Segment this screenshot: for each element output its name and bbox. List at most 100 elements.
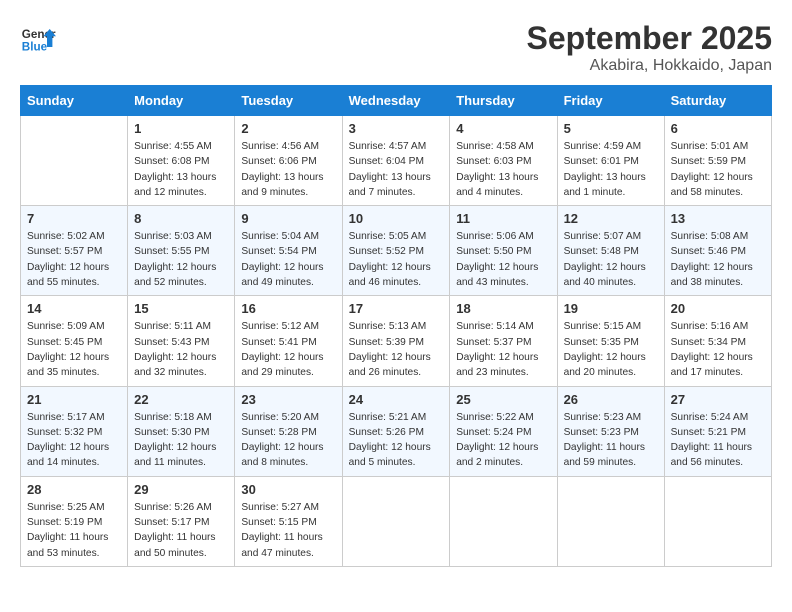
day-info: Sunrise: 5:07 AMSunset: 5:48 PMDaylight:…: [564, 229, 658, 290]
calendar-day-cell: [664, 476, 771, 566]
day-info: Sunrise: 5:15 AMSunset: 5:35 PMDaylight:…: [564, 319, 658, 380]
location-title: Akabira, Hokkaido, Japan: [527, 57, 772, 75]
calendar-day-cell: 11 Sunrise: 5:06 AMSunset: 5:50 PMDayligh…: [450, 206, 557, 296]
calendar-day-cell: 7 Sunrise: 5:02 AMSunset: 5:57 PMDaylight…: [21, 206, 128, 296]
day-number: 12: [564, 211, 658, 226]
day-info: Sunrise: 4:59 AMSunset: 6:01 PMDaylight:…: [564, 139, 658, 200]
svg-text:Blue: Blue: [22, 41, 48, 54]
calendar-day-cell: 20Sunrise: 5:16 AMSunset: 5:34 PMDayligh…: [664, 296, 771, 386]
calendar-day-cell: 18 Sunrise: 5:14 AMSunset: 5:37 PMDayligh…: [450, 296, 557, 386]
day-info: Sunrise: 5:17 AMSunset: 5:32 PMDaylight:…: [27, 410, 121, 471]
day-number: 23: [241, 392, 335, 407]
day-info: Sunrise: 5:11 AMSunset: 5:43 PMDaylight:…: [134, 319, 228, 380]
day-number: 24: [349, 392, 444, 407]
calendar-day-cell: 8 Sunrise: 5:03 AMSunset: 5:55 PMDaylight…: [128, 206, 235, 296]
day-number: 15: [134, 301, 228, 316]
day-info: Sunrise: 5:04 AMSunset: 5:54 PMDaylight:…: [241, 229, 335, 290]
calendar-day-cell: 5Sunrise: 4:59 AMSunset: 6:01 PMDaylight…: [557, 116, 664, 206]
weekday-header-cell: Thursday: [450, 86, 557, 116]
day-number: 14: [27, 301, 121, 316]
calendar-week-row: 1 Sunrise: 4:55 AMSunset: 6:08 PMDaylight…: [21, 116, 772, 206]
day-number: 13: [671, 211, 765, 226]
calendar-day-cell: 28 Sunrise: 5:25 AMSunset: 5:19 PMDayligh…: [21, 476, 128, 566]
calendar-day-cell: 15 Sunrise: 5:11 AMSunset: 5:43 PMDayligh…: [128, 296, 235, 386]
day-number: 17: [349, 301, 444, 316]
calendar-week-row: 28 Sunrise: 5:25 AMSunset: 5:19 PMDayligh…: [21, 476, 772, 566]
calendar-day-cell: 19Sunrise: 5:15 AMSunset: 5:35 PMDayligh…: [557, 296, 664, 386]
weekday-header-cell: Wednesday: [342, 86, 450, 116]
day-info: Sunrise: 5:02 AMSunset: 5:57 PMDaylight:…: [27, 229, 121, 290]
calendar-day-cell: 1 Sunrise: 4:55 AMSunset: 6:08 PMDaylight…: [128, 116, 235, 206]
day-number: 21: [27, 392, 121, 407]
day-number: 3: [349, 121, 444, 136]
day-info: Sunrise: 5:08 AMSunset: 5:46 PMDaylight:…: [671, 229, 765, 290]
calendar-day-cell: 29 Sunrise: 5:26 AMSunset: 5:17 PMDayligh…: [128, 476, 235, 566]
calendar-week-row: 14 Sunrise: 5:09 AMSunset: 5:45 PMDayligh…: [21, 296, 772, 386]
calendar-day-cell: 9Sunrise: 5:04 AMSunset: 5:54 PMDaylight…: [235, 206, 342, 296]
day-info: Sunrise: 4:58 AMSunset: 6:03 PMDaylight:…: [456, 139, 550, 200]
day-number: 6: [671, 121, 765, 136]
day-info: Sunrise: 5:03 AMSunset: 5:55 PMDaylight:…: [134, 229, 228, 290]
calendar-day-cell: 27 Sunrise: 5:24 AMSunset: 5:21 PMDayligh…: [664, 386, 771, 476]
day-number: 18: [456, 301, 550, 316]
calendar-day-cell: 6Sunrise: 5:01 AMSunset: 5:59 PMDaylight…: [664, 116, 771, 206]
day-info: Sunrise: 5:13 AMSunset: 5:39 PMDaylight:…: [349, 319, 444, 380]
calendar-day-cell: [342, 476, 450, 566]
day-number: 25: [456, 392, 550, 407]
day-info: Sunrise: 5:06 AMSunset: 5:50 PMDaylight:…: [456, 229, 550, 290]
month-title: September 2025: [527, 20, 772, 57]
calendar-day-cell: 26 Sunrise: 5:23 AMSunset: 5:23 PMDayligh…: [557, 386, 664, 476]
day-info: Sunrise: 5:23 AMSunset: 5:23 PMDaylight:…: [564, 410, 658, 471]
day-number: 10: [349, 211, 444, 226]
calendar-day-cell: 14 Sunrise: 5:09 AMSunset: 5:45 PMDayligh…: [21, 296, 128, 386]
day-info: Sunrise: 5:27 AMSunset: 5:15 PMDaylight:…: [241, 500, 335, 561]
calendar-day-cell: 10 Sunrise: 5:05 AMSunset: 5:52 PMDayligh…: [342, 206, 450, 296]
calendar-table: SundayMondayTuesdayWednesdayThursdayFrid…: [20, 85, 772, 567]
day-info: Sunrise: 5:18 AMSunset: 5:30 PMDaylight:…: [134, 410, 228, 471]
day-info: Sunrise: 5:14 AMSunset: 5:37 PMDaylight:…: [456, 319, 550, 380]
title-block: September 2025 Akabira, Hokkaido, Japan: [527, 20, 772, 75]
weekday-header-row: SundayMondayTuesdayWednesdayThursdayFrid…: [21, 86, 772, 116]
calendar-week-row: 21 Sunrise: 5:17 AMSunset: 5:32 PMDayligh…: [21, 386, 772, 476]
calendar-body: 1 Sunrise: 4:55 AMSunset: 6:08 PMDaylight…: [21, 116, 772, 567]
calendar-week-row: 7 Sunrise: 5:02 AMSunset: 5:57 PMDaylight…: [21, 206, 772, 296]
day-number: 7: [27, 211, 121, 226]
day-info: Sunrise: 4:57 AMSunset: 6:04 PMDaylight:…: [349, 139, 444, 200]
calendar-day-cell: [450, 476, 557, 566]
day-info: Sunrise: 4:55 AMSunset: 6:08 PMDaylight:…: [134, 139, 228, 200]
calendar-day-cell: 2Sunrise: 4:56 AMSunset: 6:06 PMDaylight…: [235, 116, 342, 206]
calendar-day-cell: 24Sunrise: 5:21 AMSunset: 5:26 PMDayligh…: [342, 386, 450, 476]
day-info: Sunrise: 5:20 AMSunset: 5:28 PMDaylight:…: [241, 410, 335, 471]
calendar-day-cell: 22 Sunrise: 5:18 AMSunset: 5:30 PMDayligh…: [128, 386, 235, 476]
day-info: Sunrise: 5:05 AMSunset: 5:52 PMDaylight:…: [349, 229, 444, 290]
day-number: 22: [134, 392, 228, 407]
calendar-day-cell: 4Sunrise: 4:58 AMSunset: 6:03 PMDaylight…: [450, 116, 557, 206]
day-number: 28: [27, 482, 121, 497]
day-number: 29: [134, 482, 228, 497]
day-info: Sunrise: 5:25 AMSunset: 5:19 PMDaylight:…: [27, 500, 121, 561]
calendar-day-cell: 21 Sunrise: 5:17 AMSunset: 5:32 PMDayligh…: [21, 386, 128, 476]
logo-icon: General Blue: [20, 20, 56, 56]
day-number: 1: [134, 121, 228, 136]
day-number: 11: [456, 211, 550, 226]
day-info: Sunrise: 5:22 AMSunset: 5:24 PMDaylight:…: [456, 410, 550, 471]
calendar-day-cell: 16Sunrise: 5:12 AMSunset: 5:41 PMDayligh…: [235, 296, 342, 386]
day-number: 27: [671, 392, 765, 407]
day-number: 16: [241, 301, 335, 316]
day-number: 26: [564, 392, 658, 407]
weekday-header-cell: Friday: [557, 86, 664, 116]
weekday-header-cell: Sunday: [21, 86, 128, 116]
day-info: Sunrise: 5:09 AMSunset: 5:45 PMDaylight:…: [27, 319, 121, 380]
calendar-day-cell: 12 Sunrise: 5:07 AMSunset: 5:48 PMDayligh…: [557, 206, 664, 296]
calendar-day-cell: [21, 116, 128, 206]
calendar-day-cell: 3 Sunrise: 4:57 AMSunset: 6:04 PMDaylight…: [342, 116, 450, 206]
day-info: Sunrise: 5:24 AMSunset: 5:21 PMDaylight:…: [671, 410, 765, 471]
day-number: 8: [134, 211, 228, 226]
calendar-day-cell: 25 Sunrise: 5:22 AMSunset: 5:24 PMDayligh…: [450, 386, 557, 476]
day-number: 2: [241, 121, 335, 136]
day-info: Sunrise: 5:26 AMSunset: 5:17 PMDaylight:…: [134, 500, 228, 561]
weekday-header-cell: Monday: [128, 86, 235, 116]
calendar-day-cell: 17 Sunrise: 5:13 AMSunset: 5:39 PMDayligh…: [342, 296, 450, 386]
calendar-day-cell: 30Sunrise: 5:27 AMSunset: 5:15 PMDayligh…: [235, 476, 342, 566]
page-header: General Blue September 2025 Akabira, Hok…: [20, 20, 772, 75]
